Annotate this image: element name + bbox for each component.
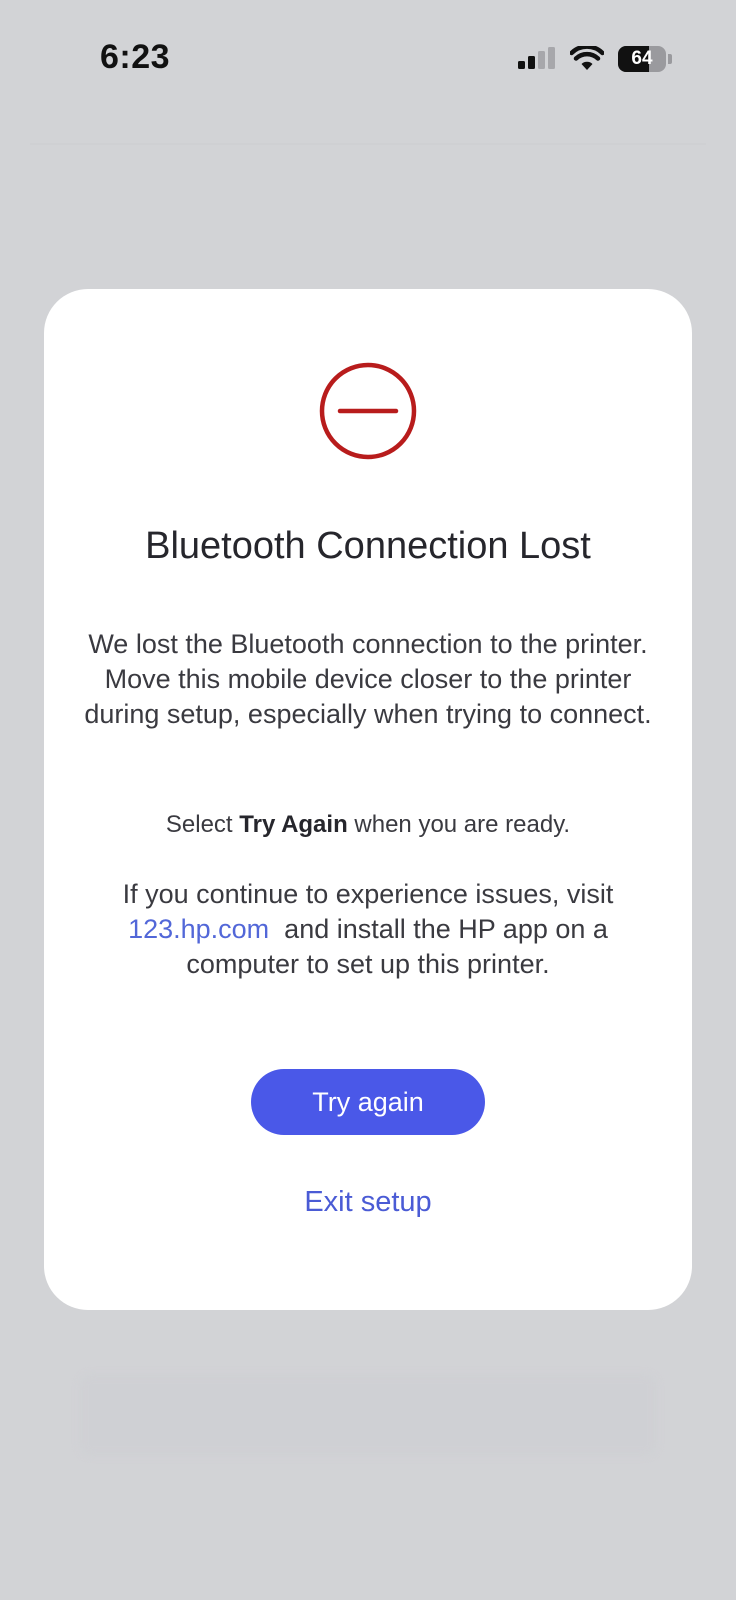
error-minus-circle-icon (319, 362, 417, 460)
help-text-prefix: If you continue to experience issues, vi… (122, 879, 614, 909)
dialog-help-text: If you continue to experience issues, vi… (82, 877, 654, 982)
status-bar: 6:23 64 (0, 0, 736, 120)
wifi-icon (570, 46, 604, 70)
battery-cap (668, 54, 672, 64)
cellular-signal-icon (518, 47, 555, 69)
try-again-button[interactable]: Try again (251, 1069, 485, 1135)
status-time: 6:23 (100, 38, 171, 76)
background-divider (30, 143, 706, 145)
dialog-instruction: Select Try Again when you are ready. (82, 807, 654, 842)
battery-icon: 64 (618, 46, 666, 72)
dialog-title: Bluetooth Connection Lost (145, 525, 591, 567)
instruction-emphasis: Try Again (239, 811, 348, 838)
bluetooth-error-dialog: Bluetooth Connection Lost We lost the Bl… (44, 289, 692, 1310)
dialog-message: We lost the Bluetooth connection to the … (84, 629, 652, 729)
exit-setup-link[interactable]: Exit setup (44, 1186, 692, 1219)
hp-website-link[interactable]: 123.hp.com (128, 914, 269, 944)
instruction-prefix: Select (165, 811, 240, 838)
instruction-suffix: when you are ready. (347, 811, 571, 838)
background-title-blurred: ​ (0, 186, 736, 233)
background-panel-blurred (80, 1375, 656, 1455)
battery-level: 64 (631, 48, 653, 69)
status-icons: 64 (518, 44, 672, 74)
